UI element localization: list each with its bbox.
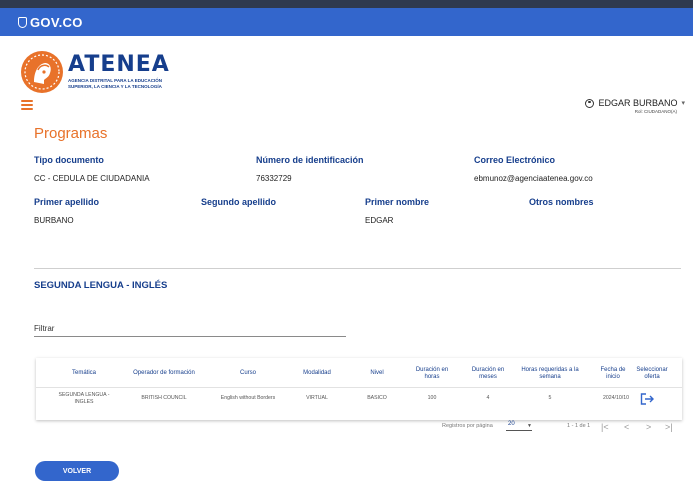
pager-range: 1 - 1 de 1 bbox=[567, 423, 591, 429]
shield-icon bbox=[18, 16, 27, 28]
column-header-modalidad[interactable]: Modalidad bbox=[292, 364, 342, 384]
column-header-curso[interactable]: Curso bbox=[208, 364, 288, 384]
column-header-tematica[interactable]: Temática bbox=[50, 364, 118, 384]
pager-size-label: Registros por página bbox=[442, 423, 493, 429]
column-header-duracion-horas[interactable]: Duración en horas bbox=[410, 364, 454, 384]
chevron-down-icon: ▼ bbox=[527, 423, 532, 429]
chevron-down-icon: ▾ bbox=[681, 100, 685, 107]
header-divider bbox=[36, 387, 682, 388]
next-page-icon[interactable]: > bbox=[646, 422, 651, 432]
user-role: Rol: CIUDADANO(A) bbox=[634, 109, 677, 114]
column-header-duracion-meses[interactable]: Duración en meses bbox=[464, 364, 512, 384]
tipo-documento-label: Tipo documento bbox=[34, 155, 104, 165]
primer-nombre-value: EDGAR bbox=[365, 216, 394, 225]
cell-nivel: BASICO bbox=[367, 395, 387, 402]
gov-logo-text: GOV.CO bbox=[30, 14, 83, 30]
cell-tematica: SEGUNDA LENGUA - INGLES bbox=[58, 391, 110, 406]
column-header-nivel[interactable]: Nivel bbox=[352, 364, 402, 384]
primer-nombre-label: Primer nombre bbox=[365, 197, 430, 207]
correo-label: Correo Electrónico bbox=[474, 155, 556, 165]
user-menu[interactable]: EDGAR BURBANO ▾ Rol: CIUDADANO(A) bbox=[585, 98, 685, 114]
atenea-logo[interactable]: ATENEA AGENCIA DISTRITAL PARA LA EDUCACI… bbox=[20, 50, 180, 94]
cell-duracion-horas: 100 bbox=[427, 395, 437, 402]
brand-title: ATENEA bbox=[68, 52, 170, 77]
cell-modalidad: VIRTUAL bbox=[306, 395, 328, 402]
cell-operador: BRITISH COUNCIL bbox=[141, 395, 187, 402]
numero-identificacion-label: Número de identificación bbox=[256, 155, 364, 165]
otros-nombres-label: Otros nombres bbox=[529, 197, 594, 207]
primer-apellido-label: Primer apellido bbox=[34, 197, 100, 207]
cell-fecha-inicio: 2024/10/10 bbox=[603, 395, 629, 402]
browser-top-strip bbox=[0, 0, 693, 8]
pager-size-select[interactable]: 20 ▼ bbox=[506, 421, 532, 431]
filter-label: Filtrar bbox=[34, 324, 55, 333]
primer-apellido-value: BURBANO bbox=[34, 216, 74, 225]
segundo-apellido-label: Segundo apellido bbox=[201, 197, 277, 207]
back-button[interactable]: VOLVER bbox=[35, 461, 119, 481]
brand-subtitle: AGENCIA DISTRITAL PARA LA EDUCACIÓN SUPE… bbox=[68, 78, 162, 89]
column-header-seleccionar: Seleccionar oferta bbox=[636, 366, 668, 381]
correo-value: ebmunoz@agenciaatenea.gov.co bbox=[474, 174, 593, 183]
gov-logo[interactable]: GOV.CO bbox=[18, 15, 83, 30]
column-header-operador[interactable]: Operador de formación bbox=[130, 364, 198, 384]
column-header-fecha-inicio[interactable]: Fecha de inicio bbox=[598, 364, 628, 384]
cell-horas-semana: 5 bbox=[548, 395, 552, 402]
numero-identificacion-value: 76332729 bbox=[256, 174, 292, 183]
prev-page-icon[interactable]: < bbox=[624, 422, 629, 432]
pager-size-value: 20 bbox=[508, 421, 515, 427]
menu-icon[interactable] bbox=[21, 100, 33, 110]
cell-duracion-meses: 4 bbox=[486, 395, 490, 402]
gov-bar: GOV.CO bbox=[0, 8, 693, 36]
atenea-emblem-icon bbox=[21, 51, 63, 93]
tipo-documento-value: CC - CEDULA DE CIUDADANIA bbox=[34, 174, 150, 183]
cell-curso: English without Borders bbox=[220, 395, 276, 402]
programs-table: Temática Operador de formación Curso Mod… bbox=[36, 358, 682, 420]
user-name: EDGAR BURBANO bbox=[598, 98, 678, 108]
select-offer-icon[interactable] bbox=[640, 393, 654, 405]
user-icon bbox=[585, 98, 595, 108]
page-title: Programas bbox=[34, 125, 108, 142]
section-divider bbox=[34, 268, 681, 269]
section-title: SEGUNDA LENGUA - INGLÉS bbox=[34, 280, 168, 291]
first-page-icon[interactable]: |< bbox=[601, 422, 609, 432]
last-page-icon[interactable]: >| bbox=[665, 422, 673, 432]
filter-input[interactable]: Filtrar bbox=[34, 324, 346, 337]
column-header-horas-semana[interactable]: Horas requeridas a la semana bbox=[520, 364, 580, 384]
